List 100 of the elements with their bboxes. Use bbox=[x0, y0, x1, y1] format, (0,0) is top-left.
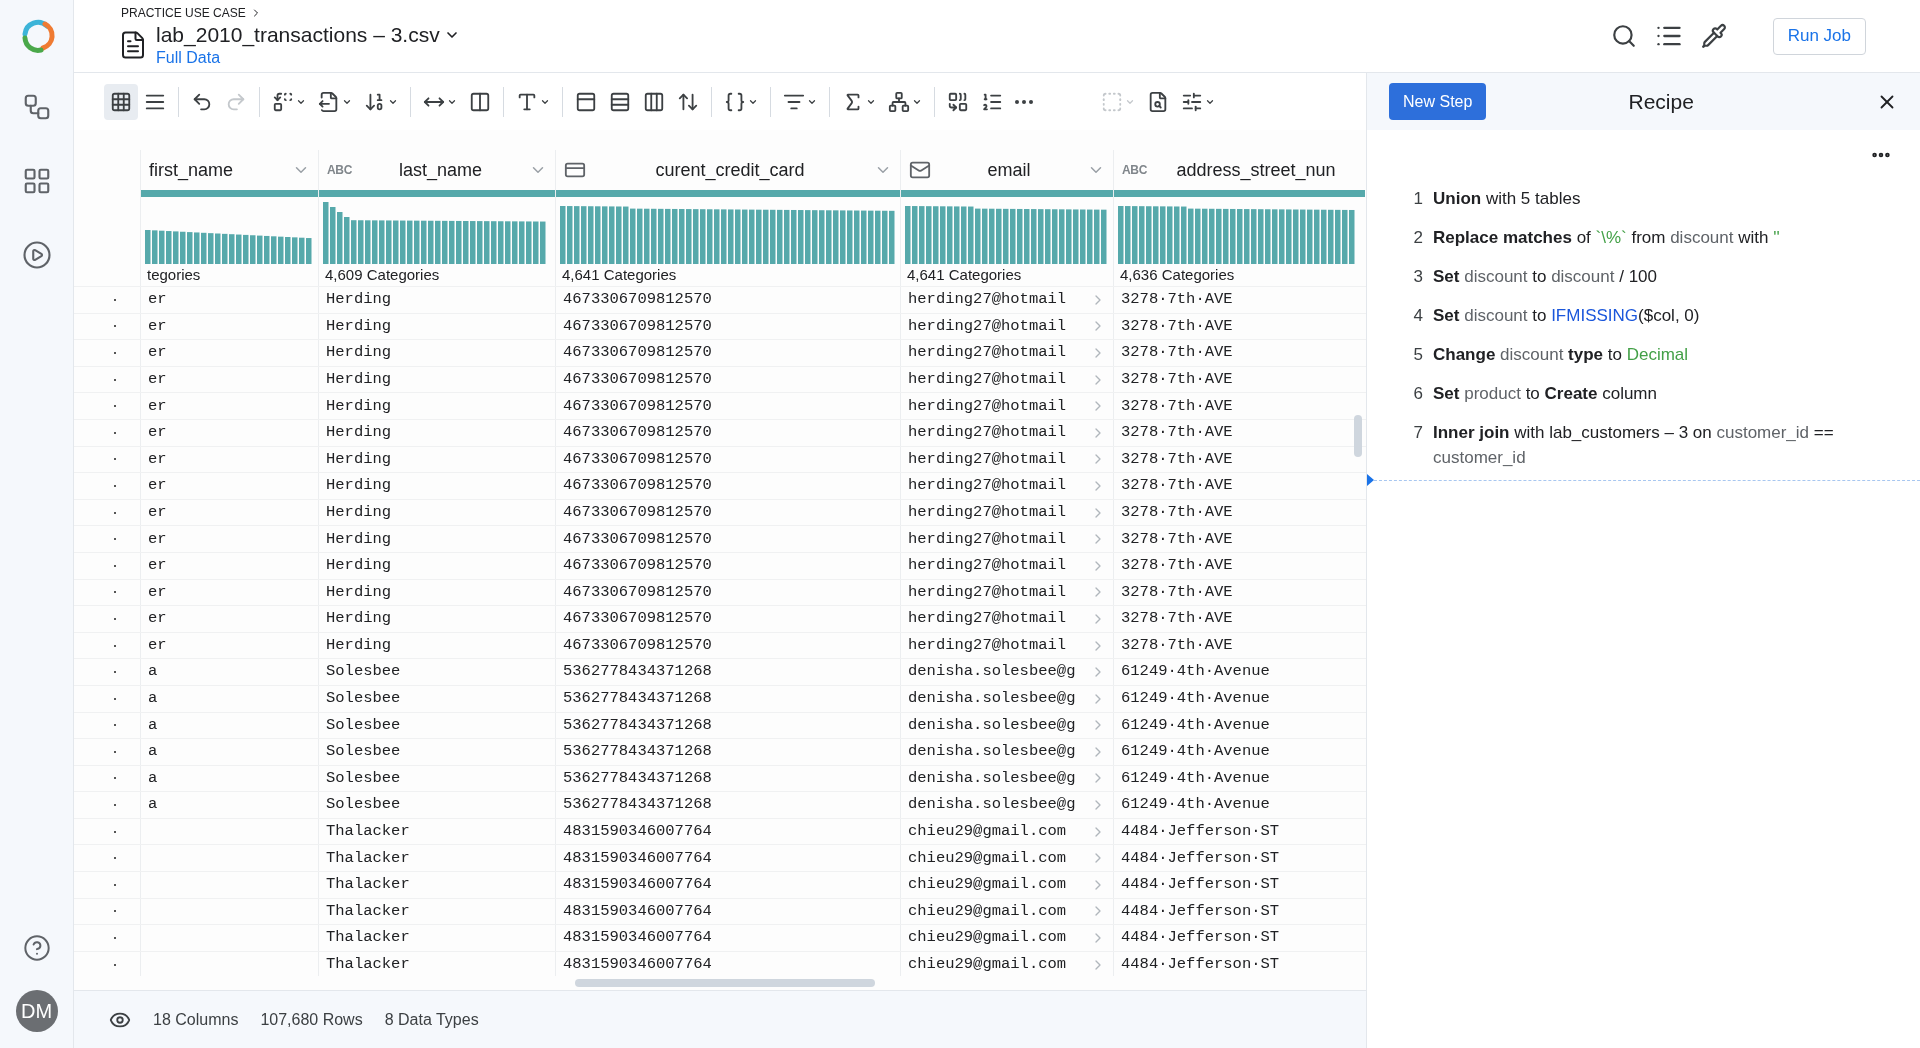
table-cell-text: denisha.solesbee@g bbox=[908, 714, 1076, 736]
table-cell-text: denisha.solesbee@g bbox=[908, 767, 1076, 789]
table-cell-text: 4673306709812570 bbox=[563, 555, 712, 577]
recipe-step[interactable]: Change discount type to Decimal bbox=[1433, 342, 1890, 367]
table-cell-text: chieu29@gmail.com bbox=[908, 821, 1067, 843]
hierarchy-icon bbox=[888, 90, 910, 113]
table-cell-text: a bbox=[148, 767, 158, 789]
recipe-step[interactable]: Inner join with lab_customers – 3 on customer_id == customer_id bbox=[1433, 420, 1890, 470]
table-cell-text: Herding bbox=[326, 555, 392, 577]
recipe-step[interactable]: Set discount to IFMISSING($col, 0) bbox=[1433, 303, 1890, 328]
type-label: ABC bbox=[327, 162, 353, 179]
table-cell-text: Herding bbox=[326, 501, 392, 523]
table-cell-text: herding27@hotmail bbox=[908, 315, 1067, 337]
step-number: 4 bbox=[1412, 305, 1423, 327]
table-cell-text: er bbox=[148, 289, 167, 311]
table-cell-text: 3278·7th·AVE bbox=[1121, 555, 1233, 577]
help-icon[interactable] bbox=[22, 934, 51, 962]
table-cell-text: er bbox=[148, 608, 167, 630]
table-cell-text: 4484·Jefferson·ST bbox=[1121, 900, 1280, 922]
table-cell-text: er bbox=[148, 581, 167, 603]
table-cell-text: 3278·7th·AVE bbox=[1121, 501, 1233, 523]
table-cell-text: Solesbee bbox=[326, 767, 401, 789]
table-cell-text: herding27@hotmail bbox=[908, 342, 1067, 364]
table-cell-text: 3278·7th·AVE bbox=[1121, 581, 1233, 603]
horizontal-scrollbar[interactable] bbox=[575, 979, 875, 987]
table-cell-text: Herding bbox=[326, 289, 392, 311]
table-cell-text: Herding bbox=[326, 634, 392, 656]
table-cell-text: 3278·7th·AVE bbox=[1121, 608, 1233, 630]
table-cell-text: 4673306709812570 bbox=[563, 501, 712, 523]
table-cell-text: Solesbee bbox=[326, 794, 401, 816]
table-cell-text: 3278·7th·AVE bbox=[1121, 368, 1233, 390]
full-data-link[interactable]: Full Data bbox=[156, 48, 460, 68]
vertical-scrollbar[interactable] bbox=[1354, 415, 1362, 457]
step-number: 5 bbox=[1412, 344, 1423, 366]
recipe-step[interactable]: Set discount to discount / 100 bbox=[1433, 264, 1890, 289]
table-cell-text: 4831590346007764 bbox=[563, 900, 712, 922]
new-step-button[interactable]: New Step bbox=[1389, 83, 1487, 120]
table-cell-text: 4673306709812570 bbox=[563, 342, 712, 364]
table-cell-text: Thalacker bbox=[326, 954, 410, 975]
dataset-title[interactable]: lab_2010_transactions – 3.csv bbox=[156, 22, 440, 48]
table-cell-text: 5362778434371268 bbox=[563, 767, 712, 789]
panel-title: Recipe bbox=[1628, 88, 1694, 115]
table-cell-text: 4673306709812570 bbox=[563, 608, 712, 630]
user-avatar[interactable]: DM bbox=[15, 990, 58, 1032]
table-cell-text: herding27@hotmail bbox=[908, 422, 1067, 444]
table-cell-text: 3278·7th·AVE bbox=[1121, 475, 1233, 497]
table-cell-text: a bbox=[148, 714, 158, 736]
table-cell-text: a bbox=[148, 741, 158, 763]
table-cell-text: 3278·7th·AVE bbox=[1121, 448, 1233, 470]
type-label: ABC bbox=[1122, 162, 1148, 179]
table-cell-text: herding27@hotmail bbox=[908, 475, 1067, 497]
table-cell-text: er bbox=[148, 395, 167, 417]
step-number: 3 bbox=[1412, 266, 1423, 288]
inspect-icon bbox=[1147, 90, 1169, 113]
step-number: 7 bbox=[1412, 422, 1423, 444]
search-icon[interactable] bbox=[1610, 23, 1637, 49]
table-cell-text: er bbox=[148, 528, 167, 550]
table-cell-text: denisha.solesbee@g bbox=[908, 661, 1076, 683]
recipe-step[interactable]: Replace matches of `\%` from discount with '' bbox=[1433, 225, 1890, 250]
column-header[interactable]: curent_credit_card bbox=[556, 150, 900, 190]
table-cell-text: 4673306709812570 bbox=[563, 581, 712, 603]
table-cell-text: Herding bbox=[326, 315, 392, 337]
table-cell-text: 5362778434371268 bbox=[563, 794, 712, 816]
table-cell-text: 4673306709812570 bbox=[563, 475, 712, 497]
braces-icon bbox=[724, 90, 746, 113]
table-cell-text: er bbox=[148, 501, 167, 523]
table-cell-text: 4673306709812570 bbox=[563, 422, 712, 444]
table-cell-text: 3278·7th·AVE bbox=[1121, 315, 1233, 337]
table-cell-text: er bbox=[148, 555, 167, 577]
run-job-button[interactable]: Run Job bbox=[1772, 17, 1866, 55]
table-cell-text: Solesbee bbox=[326, 661, 401, 683]
table-cell-text: er bbox=[148, 475, 167, 497]
step-number: 1 bbox=[1412, 188, 1423, 210]
recipe-step[interactable]: Union with 5 tables bbox=[1433, 186, 1890, 211]
grid-view-button[interactable] bbox=[104, 83, 138, 120]
table-cell-text: 5362778434371268 bbox=[563, 714, 712, 736]
table-cell-text: denisha.solesbee@g bbox=[908, 794, 1076, 816]
table-cell-text: Solesbee bbox=[326, 688, 401, 710]
column-header[interactable]: ABC address_street_nun bbox=[1114, 150, 1365, 190]
table-cell-text: 3278·7th·AVE bbox=[1121, 422, 1233, 444]
column-header[interactable]: email bbox=[901, 150, 1113, 190]
table-cell-text: er bbox=[148, 634, 167, 656]
table-cell-text: herding27@hotmail bbox=[908, 581, 1067, 603]
eyedropper-icon[interactable] bbox=[1700, 23, 1727, 49]
step-number: 2 bbox=[1412, 227, 1423, 249]
play-icon[interactable] bbox=[21, 240, 52, 270]
recipe-step[interactable]: Set product to Create column bbox=[1433, 381, 1890, 406]
table-cell-text: herding27@hotmail bbox=[908, 634, 1067, 656]
breadcrumb[interactable]: PRACTICE USE CASE bbox=[121, 4, 246, 22]
table-cell-text: Thalacker bbox=[326, 821, 410, 843]
table-cell-text: herding27@hotmail bbox=[908, 289, 1067, 311]
table-cell-text: 4831590346007764 bbox=[563, 847, 712, 869]
table-cell-text: herding27@hotmail bbox=[908, 448, 1067, 470]
column-header[interactable]: ABC last_name bbox=[319, 150, 555, 190]
table-cell-text: 4673306709812570 bbox=[563, 289, 712, 311]
column-header[interactable]: first_name bbox=[141, 150, 318, 190]
export-icon bbox=[318, 90, 340, 113]
table-cell-text: a bbox=[148, 661, 158, 683]
table-cell-text: Thalacker bbox=[326, 927, 410, 949]
more-icon bbox=[1015, 99, 1033, 104]
